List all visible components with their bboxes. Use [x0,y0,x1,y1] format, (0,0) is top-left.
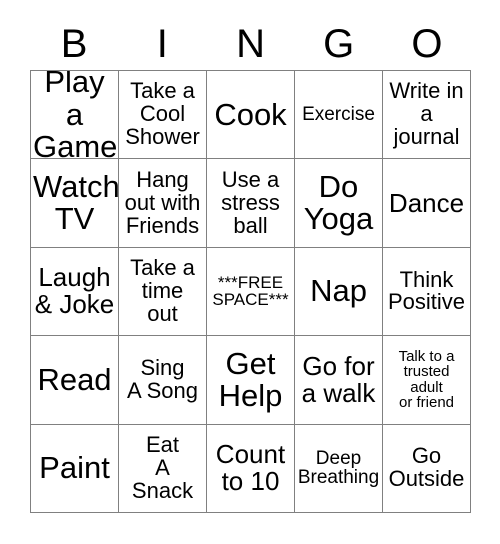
bingo-cell[interactable]: Play a Game [31,71,119,160]
bingo-cell[interactable]: Hang out with Friends [119,159,207,248]
bingo-cell[interactable]: Deep Breathing [295,424,383,513]
bingo-cell[interactable]: Count to 10 [207,424,295,513]
bingo-cell[interactable]: Paint [31,424,119,513]
bingo-cell-label: ***FREE SPACE*** [212,272,289,310]
bingo-cell[interactable]: Cook [207,71,295,160]
bingo-cell-label: Think Positive [387,266,466,315]
bingo-header-letter-g: G [323,21,355,66]
bingo-cell-label: Take a time out [130,255,195,326]
bingo-cell[interactable]: Go for a walk [295,336,383,425]
bingo-cell-label: Sing A Song [127,355,198,403]
bingo-cell[interactable]: Take a Cool Shower [119,71,207,160]
bingo-cell-label: Get Help [218,345,283,413]
bingo-cell-label: Cook [214,96,287,132]
bingo-grid: Play a Game Take a Cool Shower Cook Exercis… [30,70,471,513]
bingo-cell[interactable]: Watch TV [31,159,119,248]
bingo-cell[interactable]: Get Help [207,336,295,425]
bingo-cell-label: Talk to a trusted adult or friend [398,347,455,412]
bingo-cell-label: Go Outside [388,443,465,492]
bingo-cell[interactable]: Use a stress ball [207,159,295,248]
bingo-cell[interactable]: Dance [383,159,471,248]
bingo-cell[interactable]: Sing A Song [119,336,207,425]
bingo-card: B I N G O Play a Game Take a Cool Shower C… [0,0,500,544]
bingo-cell-label: Take a Cool Shower [125,78,200,150]
bingo-cell[interactable]: Eat A Snack [119,424,207,513]
bingo-cell-label: Play a Game [33,71,118,160]
bingo-cell-label: Nap [310,273,367,309]
bingo-cell-label: Write in a journal [389,78,464,150]
bingo-cell[interactable]: Exercise [295,71,383,160]
bingo-cell[interactable]: Read [31,336,119,425]
bingo-cell[interactable]: Write in a journal [383,71,471,160]
bingo-cell-free-space[interactable]: ***FREE SPACE*** [207,247,295,337]
bingo-cell-label: Hang out with Friends [124,166,201,238]
bingo-cell-label: Go for a walk [301,350,376,408]
bingo-cell[interactable]: Talk to a trusted adult or friend [383,336,471,425]
bingo-cell-label: Eat A Snack [131,431,194,503]
bingo-cell[interactable]: Nap [295,247,383,337]
bingo-cell-label: Read [37,361,112,397]
bingo-cell-label: Deep Breathing [297,447,380,489]
bingo-cell-label: Paint [39,450,110,486]
bingo-cell-label: Count to 10 [215,439,286,497]
bingo-cell-label: Watch TV [33,168,119,237]
bingo-cell-label: Exercise [302,103,375,125]
bingo-cell-label: Dance [388,187,465,218]
bingo-cell-label: Do Yoga [303,168,374,237]
bingo-cell[interactable]: Think Positive [383,247,471,337]
bingo-cell[interactable]: Take a time out [119,247,207,337]
bingo-cell-label: Laugh & Joke [34,262,115,320]
bingo-header-letter-i: I [156,21,168,66]
bingo-header-letter-n: N [236,21,265,66]
bingo-cell[interactable]: Laugh & Joke [31,247,119,337]
bingo-cell-label: Use a stress ball [221,166,280,238]
bingo-cell[interactable]: Do Yoga [295,159,383,248]
bingo-header: B I N G O [30,17,471,70]
bingo-header-letter-b: B [60,21,88,66]
bingo-cell[interactable]: Go Outside [383,424,471,513]
bingo-header-letter-o: O [411,21,443,66]
